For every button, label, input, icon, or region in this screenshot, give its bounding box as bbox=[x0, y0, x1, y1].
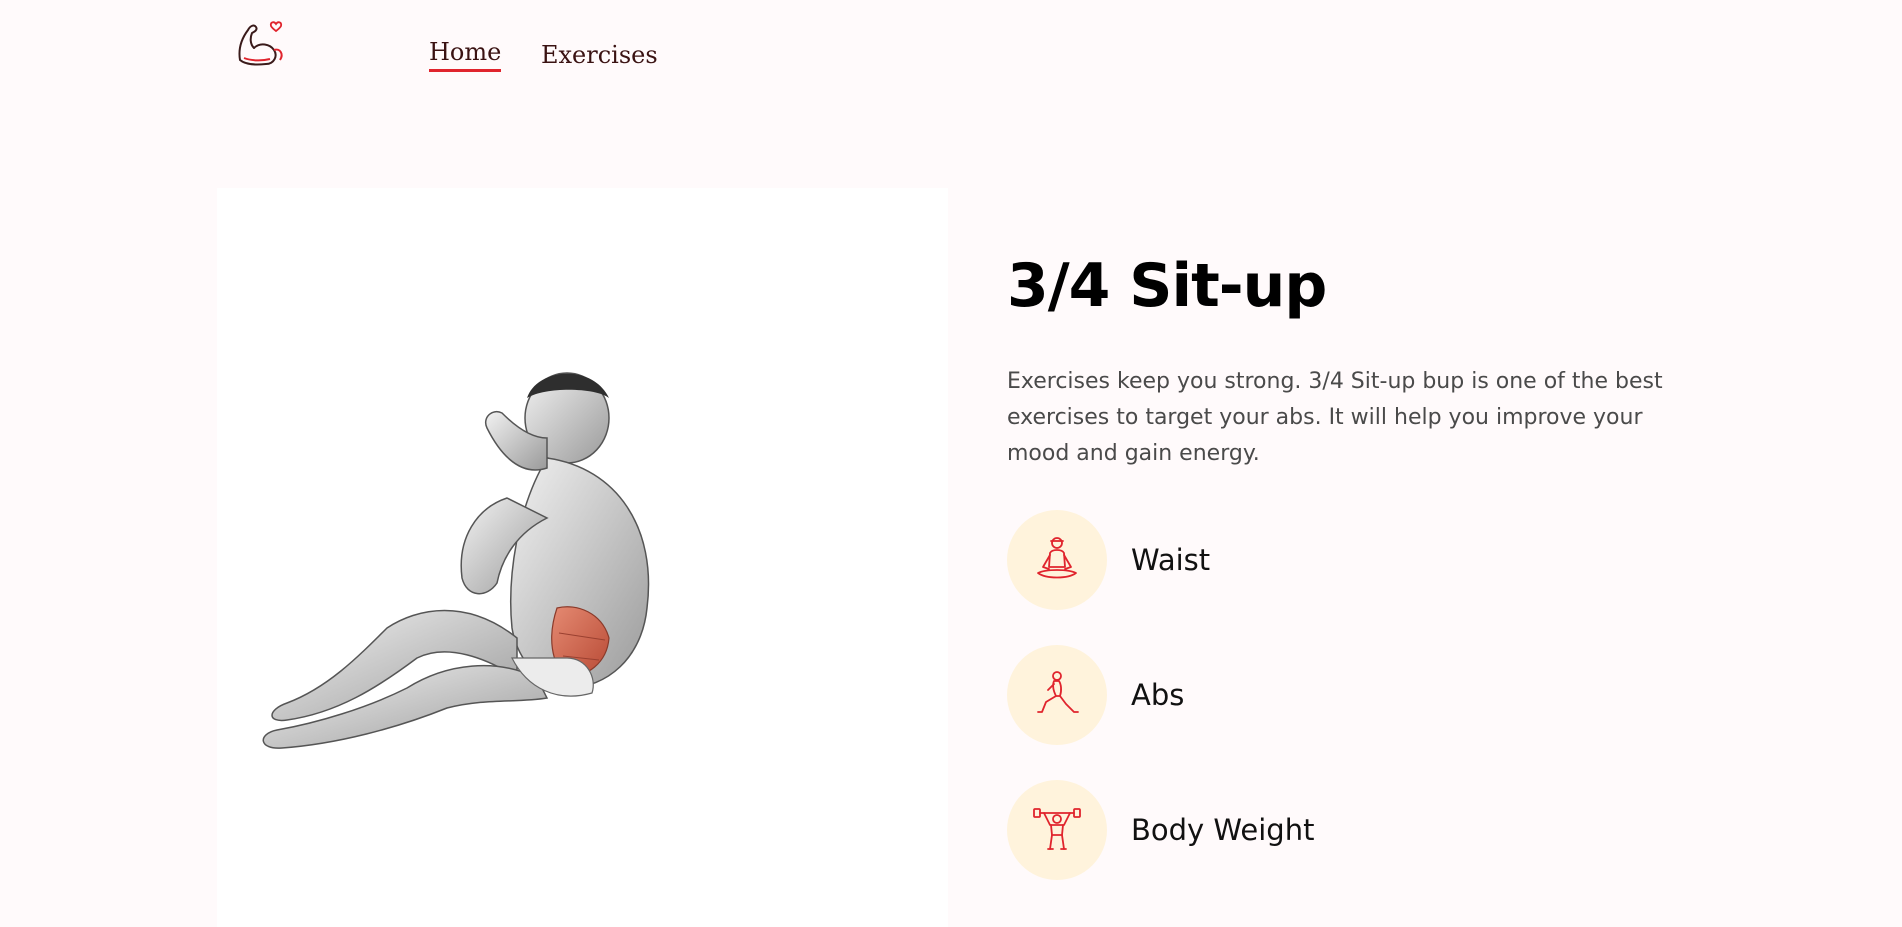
tag-label: Body Weight bbox=[1131, 813, 1315, 847]
situp-muscle-figure bbox=[262, 372, 650, 749]
flexed-arm-heart-icon[interactable] bbox=[236, 18, 288, 70]
exercise-description: Exercises keep you strong. 3/4 Sit-up bu… bbox=[1007, 369, 1663, 466]
exercise-image-panel bbox=[217, 188, 948, 927]
meditation-icon bbox=[1007, 510, 1107, 610]
nav-home-link[interactable]: Home bbox=[429, 38, 502, 72]
navbar: Home Exercises bbox=[0, 0, 1902, 110]
exercise-detail: 3/4 Sit-up Exercises keep you strong. 3/… bbox=[1007, 250, 1687, 472]
weightlifter-icon bbox=[1007, 780, 1107, 880]
tag-label: Waist bbox=[1131, 543, 1211, 577]
exercise-title: 3/4 Sit-up bbox=[1007, 251, 1327, 321]
tag-label: Abs bbox=[1131, 678, 1185, 712]
lunge-icon bbox=[1007, 645, 1107, 745]
nav-exercises-link[interactable]: Exercises bbox=[541, 41, 658, 72]
